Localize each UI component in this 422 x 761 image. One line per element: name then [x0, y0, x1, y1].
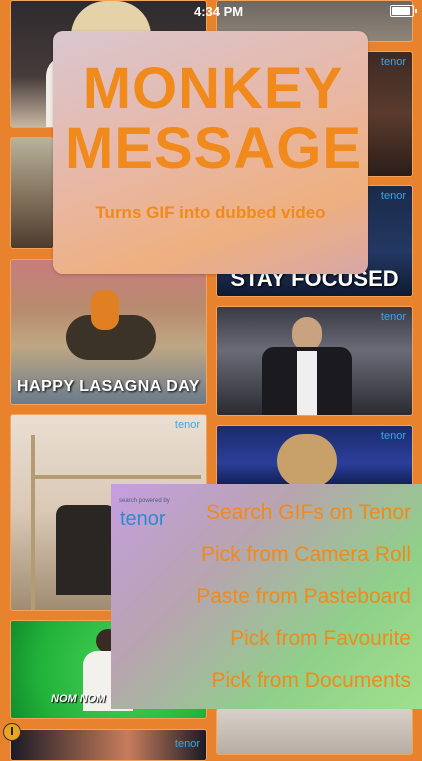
- tenor-badge: tenor: [380, 190, 406, 202]
- title-card: MONKEY MESSAGE Turns GIF into dubbed vid…: [53, 31, 368, 274]
- app-title-line-2: MESSAGE: [65, 116, 363, 181]
- menu-item-pasteboard[interactable]: Paste from Pasteboard: [196, 585, 411, 609]
- status-time: 4:34 PM: [194, 4, 244, 19]
- menu-item-favourite[interactable]: Pick from Favourite: [230, 627, 411, 651]
- gif-tile-talkshow[interactable]: tenor: [216, 306, 413, 416]
- tenor-badge: tenor: [174, 738, 200, 750]
- battery-icon: [390, 5, 417, 17]
- gif-tile-bottom-right[interactable]: [216, 708, 413, 755]
- powered-by-label: search powered by: [119, 498, 170, 504]
- gif-tile-lasagna[interactable]: HAPPY LASAGNA DAY: [10, 259, 207, 405]
- gif-tile-singer[interactable]: tenor: [216, 425, 413, 489]
- gif-tile-room[interactable]: [10, 137, 54, 249]
- tenor-badge: tenor: [174, 419, 200, 431]
- menu-item-documents[interactable]: Pick from Documents: [211, 669, 411, 693]
- gif-caption: HAPPY LASAGNA DAY: [16, 378, 201, 395]
- tenor-badge: tenor: [380, 56, 406, 68]
- gif-caption: NOM NOM: [51, 693, 106, 705]
- tenor-badge: tenor: [380, 430, 406, 442]
- source-menu: search powered by tenor Search GIFs on T…: [111, 484, 422, 709]
- app-subtitle: Turns GIF into dubbed video: [95, 203, 326, 222]
- status-bar: 4:34 PM: [0, 0, 422, 22]
- gif-tile-bottom-left[interactable]: tenor: [10, 729, 207, 761]
- info-icon[interactable]: [3, 723, 21, 741]
- menu-item-camera-roll[interactable]: Pick from Camera Roll: [201, 543, 411, 567]
- tenor-logo: tenor: [120, 508, 166, 530]
- app-title-line-1: MONKEY: [82, 56, 344, 121]
- menu-item-search-tenor[interactable]: Search GIFs on Tenor: [206, 501, 411, 525]
- tenor-badge: tenor: [380, 311, 406, 323]
